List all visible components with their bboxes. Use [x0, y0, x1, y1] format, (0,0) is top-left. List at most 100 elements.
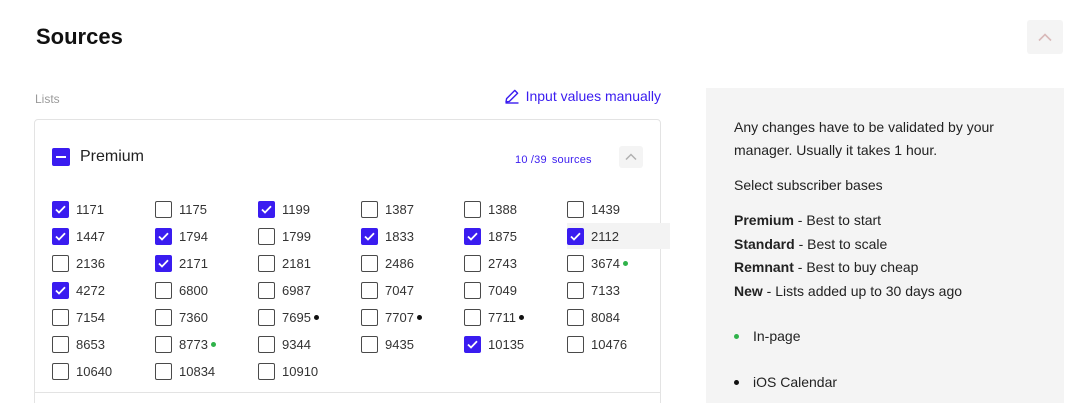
source-label: 1199: [282, 201, 310, 217]
source-item[interactable]: 1875: [464, 223, 567, 249]
source-item[interactable]: 10640: [52, 358, 155, 384]
source-item[interactable]: 1794: [155, 223, 258, 249]
source-checkbox[interactable]: [258, 362, 275, 380]
source-label: 8773: [179, 336, 208, 352]
source-item[interactable]: 2112: [567, 223, 670, 249]
source-item[interactable]: 4272: [52, 277, 155, 303]
source-checkbox[interactable]: [567, 281, 584, 299]
source-checkbox[interactable]: [361, 254, 378, 272]
source-checkbox[interactable]: [52, 227, 69, 245]
premium-select-all-checkbox[interactable]: [52, 148, 70, 166]
source-item[interactable]: 10476: [567, 331, 670, 357]
source-item[interactable]: 2181: [258, 250, 361, 276]
selected-count: 10 /39 sources: [515, 154, 592, 166]
source-item[interactable]: 6987: [258, 277, 361, 303]
source-checkbox[interactable]: [258, 308, 275, 326]
source-checkbox[interactable]: [258, 227, 275, 245]
input-values-manually-link[interactable]: Input values manually: [504, 88, 661, 104]
source-checkbox[interactable]: [567, 308, 584, 326]
source-item[interactable]: 1833: [361, 223, 464, 249]
source-item[interactable]: 7707: [361, 304, 464, 330]
collapse-section-button[interactable]: [1027, 20, 1063, 54]
source-checkbox[interactable]: [567, 254, 584, 272]
source-item[interactable]: 1387: [361, 196, 464, 222]
premium-card-header: Premium 10 /39 sources: [35, 120, 660, 190]
source-item[interactable]: 8773: [155, 331, 258, 357]
source-checkbox[interactable]: [258, 335, 275, 353]
source-item[interactable]: 2486: [361, 250, 464, 276]
source-item[interactable]: 1388: [464, 196, 567, 222]
source-item[interactable]: 1447: [52, 223, 155, 249]
base-remnant: Remnant - Best to buy cheap: [734, 259, 919, 275]
source-label: 1388: [488, 201, 517, 217]
source-checkbox[interactable]: [567, 335, 584, 353]
source-item[interactable]: 6800: [155, 277, 258, 303]
source-checkbox[interactable]: [52, 362, 69, 380]
source-checkbox[interactable]: [258, 200, 275, 218]
source-label: 7133: [591, 282, 620, 298]
source-checkbox[interactable]: [52, 281, 69, 299]
source-checkbox[interactable]: [52, 254, 69, 272]
source-item[interactable]: 7695: [258, 304, 361, 330]
source-item[interactable]: 1171: [52, 196, 155, 222]
source-item[interactable]: 1799: [258, 223, 361, 249]
source-item[interactable]: 7154: [52, 304, 155, 330]
check-icon: [261, 205, 272, 214]
source-checkbox[interactable]: [464, 254, 481, 272]
source-checkbox[interactable]: [258, 254, 275, 272]
source-item[interactable]: 2743: [464, 250, 567, 276]
source-checkbox[interactable]: [52, 200, 69, 218]
source-item[interactable]: 7133: [567, 277, 670, 303]
source-checkbox[interactable]: [52, 308, 69, 326]
source-checkbox[interactable]: [464, 308, 481, 326]
input-values-manually-label: Input values manually: [525, 88, 661, 104]
source-item[interactable]: 10910: [258, 358, 361, 384]
source-item[interactable]: 3674: [567, 250, 670, 276]
source-item[interactable]: 8653: [52, 331, 155, 357]
source-checkbox[interactable]: [567, 227, 584, 245]
source-item[interactable]: 8084: [567, 304, 670, 330]
source-checkbox[interactable]: [361, 335, 378, 353]
source-label: 10910: [282, 363, 319, 379]
source-item[interactable]: 10135: [464, 331, 567, 357]
select-bases-heading: Select subscriber bases: [734, 177, 883, 193]
source-checkbox[interactable]: [361, 281, 378, 299]
collapse-premium-button[interactable]: [619, 146, 643, 168]
source-checkbox[interactable]: [155, 308, 172, 326]
source-checkbox[interactable]: [464, 335, 481, 353]
source-checkbox[interactable]: [258, 281, 275, 299]
source-checkbox[interactable]: [52, 335, 69, 353]
source-checkbox[interactable]: [567, 200, 584, 218]
base-standard: Standard - Best to scale: [734, 236, 888, 252]
card-divider: [35, 392, 660, 393]
source-item[interactable]: 2171: [155, 250, 258, 276]
source-label: 1387: [385, 201, 414, 217]
source-item[interactable]: 7049: [464, 277, 567, 303]
source-checkbox[interactable]: [155, 335, 172, 353]
source-item[interactable]: 10834: [155, 358, 258, 384]
source-item[interactable]: 7360: [155, 304, 258, 330]
source-label: 7695: [282, 309, 311, 325]
source-item[interactable]: 1175: [155, 196, 258, 222]
source-checkbox[interactable]: [155, 362, 172, 380]
source-checkbox[interactable]: [361, 200, 378, 218]
source-checkbox[interactable]: [155, 200, 172, 218]
source-checkbox[interactable]: [361, 227, 378, 245]
source-checkbox[interactable]: [464, 281, 481, 299]
source-label: 10640: [76, 363, 113, 379]
minus-icon: [56, 156, 66, 158]
source-item[interactable]: 7711: [464, 304, 567, 330]
source-item[interactable]: 9435: [361, 331, 464, 357]
source-item[interactable]: 2136: [52, 250, 155, 276]
source-checkbox[interactable]: [464, 227, 481, 245]
source-checkbox[interactable]: [464, 200, 481, 218]
source-item[interactable]: 7047: [361, 277, 464, 303]
source-checkbox[interactable]: [155, 227, 172, 245]
source-item[interactable]: 1199: [258, 196, 361, 222]
source-checkbox[interactable]: [155, 254, 172, 272]
source-checkbox[interactable]: [155, 281, 172, 299]
source-checkbox[interactable]: [361, 308, 378, 326]
source-item[interactable]: 1439: [567, 196, 670, 222]
source-item[interactable]: 9344: [258, 331, 361, 357]
source-label: 10476: [591, 336, 628, 352]
